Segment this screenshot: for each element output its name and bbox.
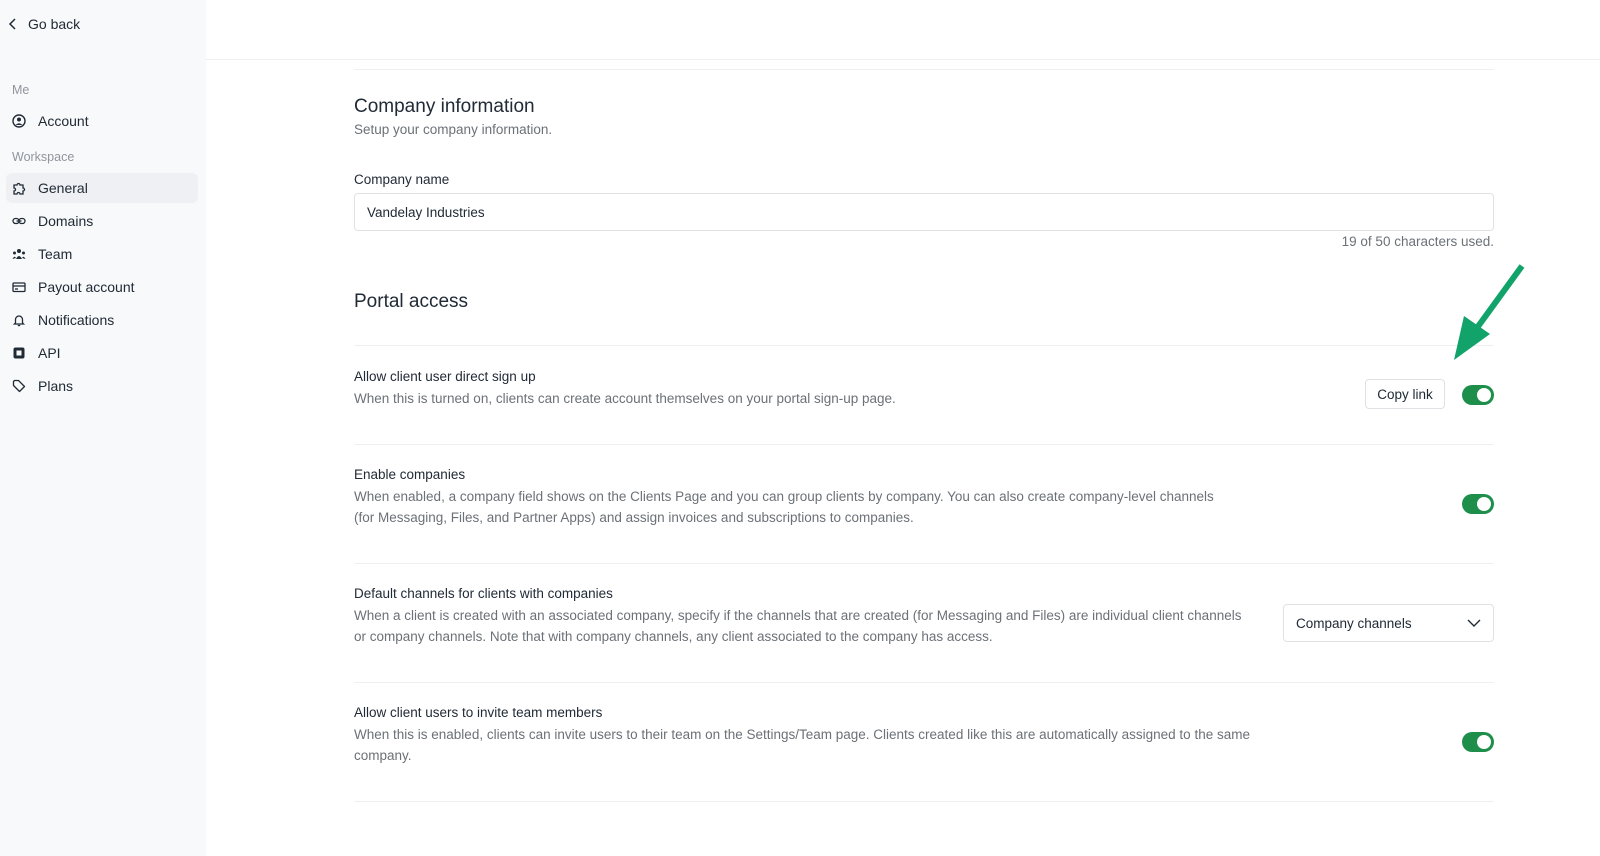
sidebar-item-label: API: [38, 345, 61, 361]
divider: [354, 563, 1494, 564]
annotation-arrow-icon: [1454, 264, 1525, 360]
chevron-down-icon: [1467, 619, 1481, 627]
sidebar-item-plans[interactable]: Plans: [6, 371, 198, 401]
sidebar-item-general[interactable]: General: [6, 173, 198, 203]
puzzle-icon: [12, 181, 26, 195]
sidebar-item-account[interactable]: Account: [6, 106, 198, 136]
divider: [354, 345, 1494, 346]
toggle-knob: [1477, 497, 1491, 511]
sidebar-item-label: Team: [38, 246, 73, 262]
go-back-label: Go back: [28, 16, 81, 32]
link-icon: [12, 214, 26, 228]
setting-desc-direct-signup: When this is turned on, clients can crea…: [354, 391, 896, 406]
sidebar-item-payout-account[interactable]: Payout account: [6, 272, 198, 302]
copy-link-button[interactable]: Copy link: [1365, 379, 1445, 409]
chevron-left-icon: [8, 18, 16, 30]
toggle-enable-companies[interactable]: [1462, 494, 1494, 514]
sidebar-item-team[interactable]: Team: [6, 239, 198, 269]
sidebar-item-label: Payout account: [38, 279, 135, 295]
select-value: Company channels: [1296, 615, 1412, 631]
user-circle-icon: [12, 114, 26, 128]
divider: [354, 69, 1494, 70]
divider: [354, 801, 1494, 802]
toggle-knob: [1477, 735, 1491, 749]
sidebar-item-label: Domains: [38, 213, 94, 229]
company-info-title: Company information: [354, 96, 535, 117]
setting-desc-invite-team: When this is enabled, clients can invite…: [354, 727, 1250, 763]
bell-icon: [12, 313, 26, 327]
go-back-link[interactable]: Go back: [8, 16, 80, 32]
tag-icon: [12, 379, 26, 393]
divider: [354, 682, 1494, 683]
setting-desc-default-channels: When a client is created with an associa…: [354, 608, 1242, 644]
sidebar-item-label: General: [38, 180, 88, 196]
sidebar-item-label: Notifications: [38, 312, 115, 328]
company-name-input[interactable]: [354, 193, 1494, 231]
company-info-subtitle: Setup your company information.: [354, 122, 553, 137]
toggle-knob: [1477, 388, 1491, 402]
credit-card-icon: [12, 280, 26, 294]
toggle-invite-team[interactable]: [1462, 732, 1494, 752]
setting-title-direct-signup: Allow client user direct sign up: [354, 369, 536, 384]
sidebar-item-notifications[interactable]: Notifications: [6, 305, 198, 335]
portal-access-title: Portal access: [354, 291, 469, 312]
divider: [354, 444, 1494, 445]
char-count: 19 of 50 characters used.: [1341, 234, 1494, 249]
chip-icon: [12, 346, 26, 360]
setting-title-enable-companies: Enable companies: [354, 467, 466, 482]
sidebar-item-label: Account: [38, 113, 89, 129]
setting-title-default-channels: Default channels for clients with compan…: [354, 586, 613, 601]
setting-title-invite-team: Allow client users to invite team member…: [354, 705, 603, 720]
top-bar: [206, 0, 1600, 60]
toggle-direct-signup[interactable]: [1462, 385, 1494, 405]
section-label-me: Me: [12, 83, 30, 97]
sidebar-item-domains[interactable]: Domains: [6, 206, 198, 236]
default-channels-select[interactable]: Company channels: [1283, 604, 1494, 642]
section-label-workspace: Workspace: [12, 150, 75, 164]
sidebar-item-label: Plans: [38, 378, 74, 394]
team-icon: [12, 247, 26, 261]
sidebar-item-api[interactable]: API: [6, 338, 198, 368]
sidebar: Go back Me Account Workspace General Dom…: [0, 0, 206, 856]
company-name-label: Company name: [354, 172, 450, 187]
setting-desc-enable-companies: When enabled, a company field shows on t…: [354, 489, 1214, 525]
